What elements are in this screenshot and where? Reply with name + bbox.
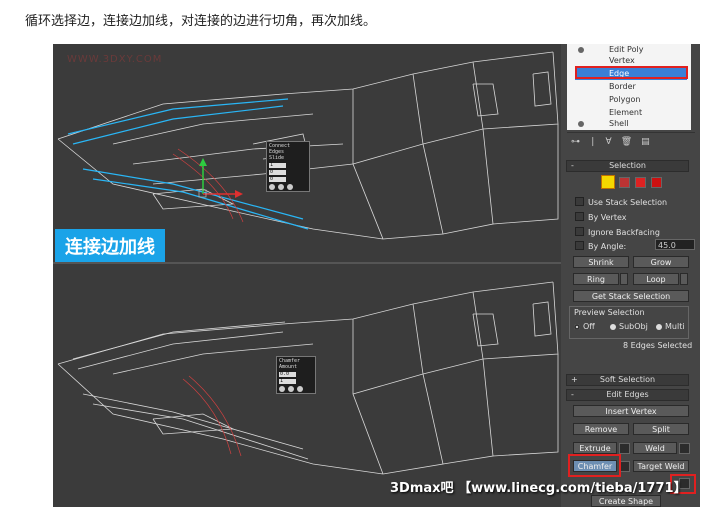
apply-icon[interactable] — [278, 184, 284, 190]
viewport-top[interactable]: WWW.3DXY.COM Connect Edges Slide 1 0 0 连… — [53, 44, 561, 264]
chamfer-caddy[interactable]: Chamfer Amount 0.0 1 — [276, 356, 316, 394]
checkbox-label: Use Stack Selection — [588, 198, 668, 207]
command-panel: Edit Poly Vertex Edge Border Polygon Ele… — [561, 44, 700, 507]
make-unique-icon[interactable]: ∀ — [606, 137, 612, 147]
stack-item-border[interactable]: Border — [609, 82, 636, 91]
segments-field[interactable]: 1 — [269, 163, 286, 168]
create-shape-button[interactable]: Create Shape — [591, 495, 661, 507]
rollout-title: Soft Selection — [599, 375, 656, 384]
rollout-title: Selection — [609, 161, 646, 170]
by-angle-checkbox[interactable]: By Angle: — [575, 241, 626, 251]
ok-icon[interactable] — [279, 386, 285, 392]
stack-item-polygon[interactable]: Polygon — [609, 95, 640, 104]
subobj-radio[interactable]: SubObj — [610, 322, 648, 331]
modifier-stack[interactable]: Edit Poly Vertex Edge Border Polygon Ele… — [567, 44, 691, 130]
grow-button[interactable]: Grow — [633, 256, 689, 268]
stack-item-vertex[interactable]: Vertex — [609, 56, 635, 65]
stack-item-edit-poly[interactable]: Edit Poly — [609, 45, 643, 54]
step-banner: 连接边加线 — [55, 229, 165, 262]
edge-highlight-box — [575, 66, 688, 79]
caddy-title: Connect Edges — [269, 143, 291, 155]
extrude-button[interactable]: Extrude — [573, 442, 617, 454]
remove-button[interactable]: Remove — [573, 423, 629, 435]
edit-edges-rollout-header[interactable]: - Edit Edges — [566, 389, 689, 401]
checkbox-label: Ignore Backfacing — [588, 228, 660, 237]
caddy-subtitle: Slide — [269, 155, 285, 161]
angle-spinner[interactable]: 45.0 — [655, 239, 695, 250]
split-button[interactable]: Split — [633, 423, 689, 435]
soft-selection-rollout-header[interactable]: + Soft Selection — [566, 374, 689, 386]
stack-item-shell[interactable]: Shell — [609, 119, 629, 128]
checkbox-label: By Vertex — [588, 213, 627, 222]
insert-vertex-button[interactable]: Insert Vertex — [573, 405, 689, 417]
ignore-backfacing-checkbox[interactable]: Ignore Backfacing — [575, 227, 660, 237]
expand-icon[interactable] — [578, 121, 584, 127]
radio-label: Off — [583, 322, 595, 331]
pin-stack-icon[interactable]: ⊶ — [571, 137, 580, 147]
multi-radio[interactable]: Multi — [656, 322, 685, 331]
selection-status: 8 Edges Selected — [623, 341, 693, 350]
expand-icon[interactable] — [578, 47, 584, 53]
use-stack-selection-checkbox[interactable]: Use Stack Selection — [575, 197, 667, 207]
radio-label: Multi — [665, 322, 685, 331]
weld-button[interactable]: Weld — [633, 442, 677, 454]
ring-button[interactable]: Ring — [573, 273, 619, 285]
shrink-button[interactable]: Shrink — [573, 256, 629, 268]
rollout-title: Edit Edges — [606, 390, 649, 399]
pinch-field[interactable]: 0 — [269, 170, 286, 175]
page-caption: 循环选择边，连接边加线，对连接的边进行切角，再次加线。 — [25, 14, 377, 29]
extrude-settings-icon[interactable] — [619, 443, 630, 454]
credit-watermark: 3Dmax吧 【www.linecg.com/tieba/1771】 — [390, 481, 687, 496]
loop-button[interactable]: Loop — [633, 273, 679, 285]
stack-toolbar: ⊶ ❘ ∀ 🗑 ▤ — [567, 132, 695, 151]
checkbox-label: By Angle: — [588, 242, 627, 251]
target-weld-button[interactable]: Target Weld — [633, 460, 689, 472]
element-mode-icon[interactable] — [651, 177, 662, 188]
show-end-result-icon[interactable]: ❘ — [589, 137, 597, 147]
group-label: Preview Selection — [574, 308, 645, 317]
chamfer-highlight-box — [568, 454, 621, 477]
remove-modifier-icon[interactable]: 🗑 — [621, 137, 632, 147]
by-vertex-checkbox[interactable]: By Vertex — [575, 212, 626, 222]
selection-rollout-header[interactable]: - Selection — [566, 160, 689, 172]
cancel-icon[interactable] — [297, 386, 303, 392]
configure-icon[interactable]: ▤ — [641, 137, 650, 147]
caddy-subtitle: Amount — [279, 364, 298, 370]
chamfer-segments-field[interactable]: 1 — [279, 379, 296, 384]
get-stack-selection-button[interactable]: Get Stack Selection — [573, 290, 689, 302]
stack-item-element[interactable]: Element — [609, 108, 642, 117]
3dsmax-screenshot: WWW.3DXY.COM Connect Edges Slide 1 0 0 连… — [53, 44, 700, 507]
edge-mode-icon[interactable] — [601, 175, 615, 189]
weld-settings-icon[interactable] — [679, 443, 690, 454]
border-mode-icon[interactable] — [619, 177, 630, 188]
apply-icon[interactable] — [288, 386, 294, 392]
slide-field[interactable]: 0 — [269, 177, 286, 182]
cancel-icon[interactable] — [287, 184, 293, 190]
viewport-bottom[interactable]: Chamfer Amount 0.0 1 — [53, 264, 561, 507]
off-radio[interactable]: Off — [574, 322, 595, 331]
polygon-mode-icon[interactable] — [635, 177, 646, 188]
loop-spinner[interactable] — [680, 273, 688, 285]
ring-spinner[interactable] — [620, 273, 628, 285]
preview-selection-group: Preview Selection Off SubObj Multi — [569, 306, 689, 339]
radio-label: SubObj — [619, 322, 648, 331]
connect-edges-caddy[interactable]: Connect Edges Slide 1 0 0 — [266, 141, 310, 192]
chamfer-amount-field[interactable]: 0.0 — [279, 372, 296, 377]
ok-icon[interactable] — [269, 184, 275, 190]
